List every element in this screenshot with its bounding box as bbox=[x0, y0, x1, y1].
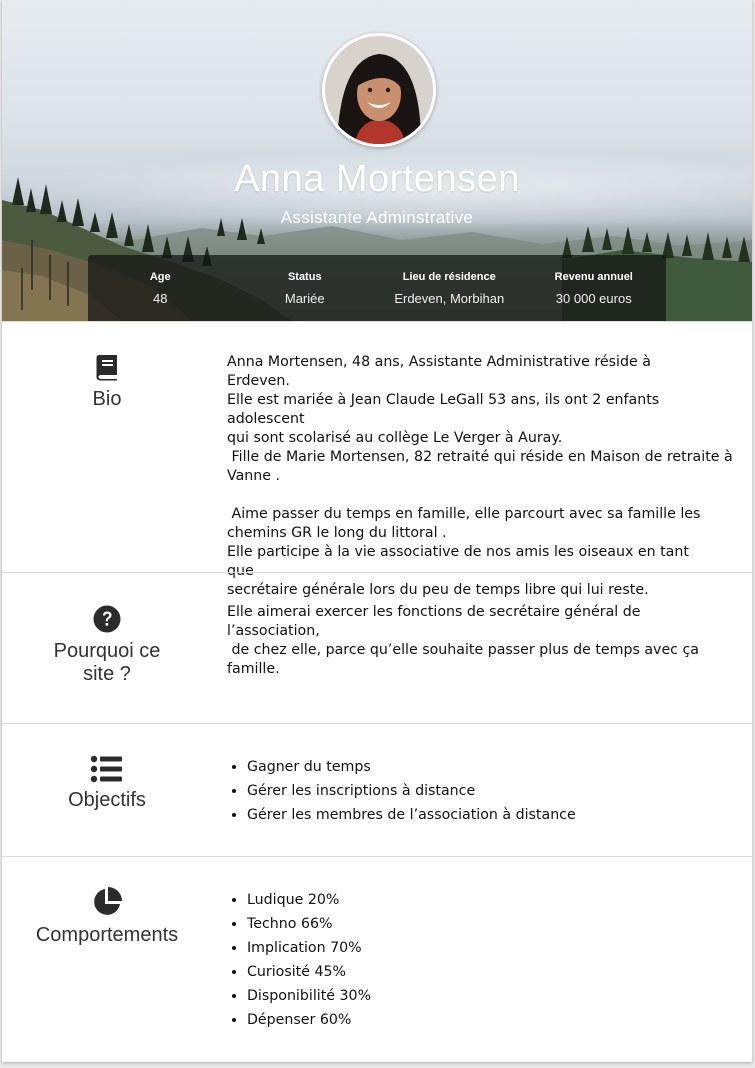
section-title-line1: Pourquoi ce bbox=[53, 640, 161, 662]
list-item: Disponibilité 30% bbox=[247, 984, 717, 1008]
bio-text: Anna Mortensen, 48 ans, Assistante Admin… bbox=[227, 353, 733, 600]
bio-section: Bio Anna Mortensen, 48 ans, Assistante A… bbox=[2, 321, 752, 598]
profile-header: Anna Mortensen Assistante Adminstrative … bbox=[2, 0, 752, 321]
bio-line: qui sont scolarisé au collège Le Verger … bbox=[227, 430, 563, 446]
pourquoi-text: Elle aimerai exercer les fonctions de se… bbox=[227, 603, 717, 679]
bio-line: chemins GR le long du littoral . bbox=[227, 525, 447, 541]
stat-value: 48 bbox=[153, 291, 168, 306]
stat-label: Status bbox=[287, 271, 322, 283]
bio-line: Fille de Marie Mortensen, 82 retraité qu… bbox=[227, 449, 733, 465]
stat-value: Mariée bbox=[284, 291, 325, 306]
section-title-line2: site ? bbox=[83, 663, 131, 685]
comportements-heading: Comportements bbox=[2, 886, 212, 947]
list-item: Implication 70% bbox=[247, 936, 717, 960]
stat-label: Revenu annuel bbox=[554, 271, 633, 283]
list-item: Gérer les inscriptions à distance bbox=[247, 779, 717, 803]
persona-role: Assistante Adminstrative bbox=[280, 208, 474, 227]
list-item: Techno 66% bbox=[247, 912, 717, 936]
stat-status: Status Mariée bbox=[233, 255, 378, 321]
bio-line: Anna Mortensen, 48 ans, Assistante Admin… bbox=[227, 354, 651, 389]
comportements-list: Ludique 20% Techno 66% Implication 70% C… bbox=[227, 888, 717, 1032]
objectifs-heading: Objectifs bbox=[2, 755, 212, 812]
question-circle-icon bbox=[93, 605, 121, 633]
section-title: Objectifs bbox=[68, 789, 146, 811]
avatar-photo bbox=[325, 36, 433, 144]
section-title: Comportements bbox=[35, 924, 179, 946]
comportements-section: Comportements Ludique 20% Techno 66% Imp… bbox=[2, 856, 752, 1062]
stat-value: 30 000 euros bbox=[555, 291, 632, 306]
objectifs-list-wrap: Gagner du temps Gérer les inscriptions à… bbox=[227, 755, 717, 827]
stat-residence: Lieu de résidence Erdeven, Morbihan bbox=[377, 255, 522, 321]
stat-label: Age bbox=[149, 271, 171, 283]
list-item: Ludique 20% bbox=[247, 888, 717, 912]
pie-chart-icon bbox=[94, 887, 122, 915]
stat-income: Revenu annuel 30 000 euros bbox=[522, 255, 667, 321]
list-item: Gagner du temps bbox=[247, 755, 717, 779]
comportements-list-wrap: Ludique 20% Techno 66% Implication 70% C… bbox=[227, 888, 717, 1032]
pourquoi-line: famille. bbox=[227, 661, 280, 677]
pourquoi-section: Pourquoi ce site ? Elle aimerai exercer … bbox=[2, 572, 752, 724]
pourquoi-heading: Pourquoi ce site ? bbox=[2, 604, 212, 686]
bio-line bbox=[227, 486, 717, 505]
list-icon bbox=[90, 755, 122, 783]
section-title: Bio bbox=[92, 388, 122, 410]
avatar bbox=[322, 33, 436, 147]
bio-line: Elle est mariée à Jean Claude LeGall 53 … bbox=[227, 392, 660, 427]
persona-card: Anna Mortensen Assistante Adminstrative … bbox=[2, 0, 752, 1062]
objectifs-section: Objectifs Gagner du temps Gérer les insc… bbox=[2, 723, 752, 857]
stat-value: Erdeven, Morbihan bbox=[394, 291, 505, 306]
stat-age: Age 48 bbox=[88, 255, 233, 321]
pourquoi-line: de chez elle, parce qu’elle souhaite pas… bbox=[227, 642, 699, 658]
pourquoi-line: Elle aimerai exercer les fonctions de se… bbox=[227, 604, 641, 639]
bio-heading: Bio bbox=[2, 352, 212, 411]
list-item: Gérer les membres de l’association à dis… bbox=[247, 803, 717, 827]
bio-line: Aime passer du temps en famille, elle pa… bbox=[227, 506, 701, 522]
book-icon bbox=[96, 355, 117, 381]
bio-line: Vanne . bbox=[227, 468, 281, 484]
stat-label: Lieu de résidence bbox=[402, 271, 496, 283]
persona-name: Anna Mortensen bbox=[234, 158, 520, 200]
objectifs-list: Gagner du temps Gérer les inscriptions à… bbox=[227, 755, 717, 827]
list-item: Curiosité 45% bbox=[247, 960, 717, 984]
list-item: Dépenser 60% bbox=[247, 1008, 717, 1032]
stats-bar: Age 48 Status Mariée Lieu de résidence E… bbox=[88, 255, 666, 321]
